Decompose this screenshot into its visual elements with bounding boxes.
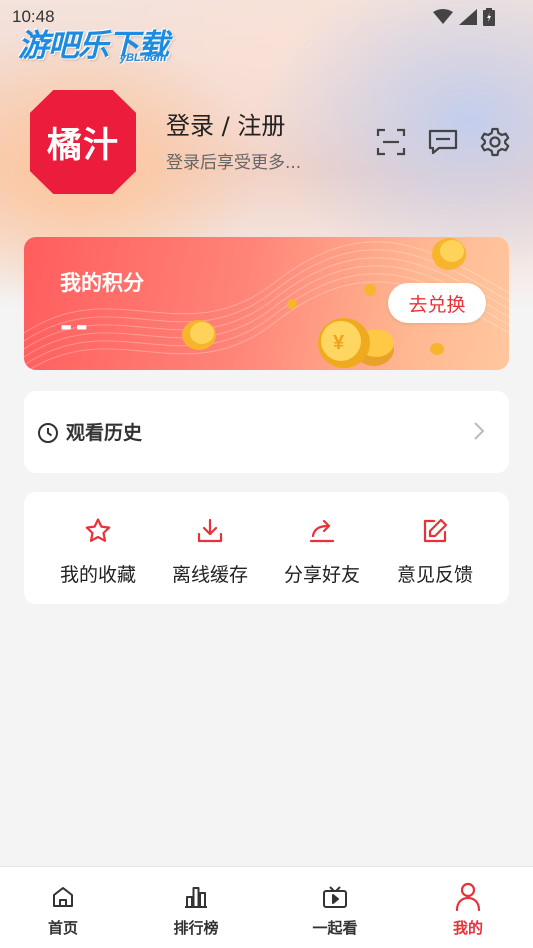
quick-actions-card: 我的收藏 离线缓存 分享好友 意见反馈 xyxy=(24,492,509,604)
share-friends-button[interactable]: 分享好友 xyxy=(266,492,378,604)
feedback-button[interactable]: 意见反馈 xyxy=(379,492,491,604)
nav-watch-together[interactable]: 一起看 xyxy=(285,867,385,948)
chevron-right-icon xyxy=(473,421,485,445)
offline-cache-label: 离线缓存 xyxy=(171,564,248,586)
message-icon[interactable] xyxy=(427,126,459,158)
profile-icon xyxy=(455,881,481,913)
signal-icon xyxy=(459,9,477,25)
battery-icon xyxy=(483,8,495,26)
offline-cache-button[interactable]: 离线缓存 xyxy=(154,492,266,604)
points-title: 我的积分 xyxy=(60,271,144,295)
bottom-navigation: 首页 排行榜 一起看 我的 xyxy=(0,866,533,948)
points-value: -- xyxy=(60,309,91,344)
nav-watch-together-label: 一起看 xyxy=(312,919,358,937)
nav-home-label: 首页 xyxy=(47,919,78,937)
feedback-label: 意见反馈 xyxy=(396,564,473,586)
chart-icon xyxy=(183,881,209,913)
feedback-icon xyxy=(420,516,450,546)
nav-ranking[interactable]: 排行榜 xyxy=(146,867,246,948)
favorites-button[interactable]: 我的收藏 xyxy=(42,492,154,604)
watch-history-row[interactable]: 观看历史 xyxy=(24,391,509,473)
nav-profile-label: 我的 xyxy=(452,919,483,937)
redeem-button[interactable]: 去兑换 xyxy=(388,283,486,323)
login-register-link[interactable]: 登录 / 注册 xyxy=(166,106,285,141)
profile-header: 橘汁 登录 / 注册 登录后享受更多... xyxy=(30,90,510,194)
scan-icon[interactable] xyxy=(375,126,407,158)
watch-history-label: 观看历史 xyxy=(66,422,143,444)
wifi-icon xyxy=(433,9,453,24)
points-card[interactable]: ¥ 我的积分 -- 去兑换 xyxy=(24,237,509,370)
tv-icon xyxy=(322,881,348,913)
nav-ranking-label: 排行榜 xyxy=(173,919,219,937)
header-actions xyxy=(375,126,511,158)
home-icon xyxy=(51,881,75,913)
clock-icon xyxy=(37,422,59,448)
favorites-label: 我的收藏 xyxy=(59,564,136,586)
svg-text:¥: ¥ xyxy=(333,332,345,354)
login-subtitle: 登录后享受更多... xyxy=(166,153,302,173)
avatar[interactable]: 橘汁 xyxy=(30,90,136,194)
settings-icon[interactable] xyxy=(479,126,511,158)
watermark-sub: yBL.com xyxy=(120,52,167,64)
download-icon xyxy=(195,516,225,546)
nav-home[interactable]: 首页 xyxy=(13,867,113,948)
share-friends-label: 分享好友 xyxy=(283,564,360,586)
nav-profile[interactable]: 我的 xyxy=(418,867,518,948)
share-icon xyxy=(307,516,337,546)
star-icon xyxy=(83,516,113,546)
status-icons xyxy=(433,8,495,26)
